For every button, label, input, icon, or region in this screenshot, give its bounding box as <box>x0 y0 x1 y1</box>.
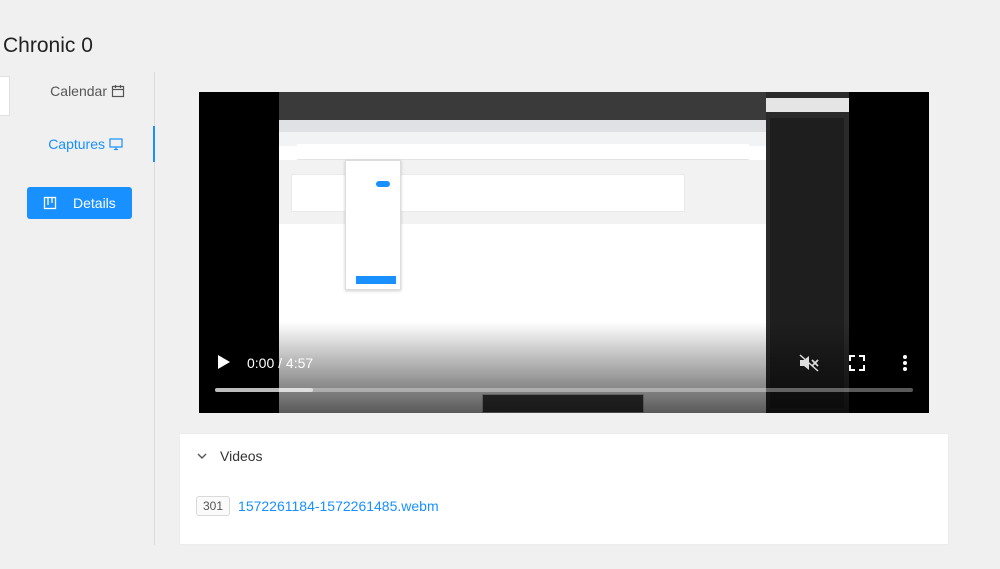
play-icon[interactable] <box>217 354 231 370</box>
page-title: Chronic 0 <box>3 34 93 57</box>
sidebar-item-label: Calendar <box>50 83 107 99</box>
details-button[interactable]: Details <box>27 187 132 219</box>
mute-icon[interactable] <box>799 354 819 372</box>
video-file-link[interactable]: 1572261184-1572261485.webm <box>238 498 439 514</box>
more-vertical-icon[interactable] <box>899 354 911 372</box>
main-content: 0:00 / 4:57 Videos 301 1572261184-157226… <box>155 72 1000 569</box>
sidebar-item-label: Captures <box>48 136 105 152</box>
video-progress-bar[interactable] <box>215 388 913 392</box>
sidebar-item-captures[interactable]: Captures <box>0 126 155 162</box>
sidebar: Calendar Captures Details <box>0 72 155 545</box>
video-buffered-bar <box>215 388 313 392</box>
list-item: 301 1572261184-1572261485.webm <box>196 496 439 516</box>
fullscreen-icon[interactable] <box>849 355 865 371</box>
video-time: 0:00 / 4:57 <box>247 355 314 371</box>
videos-panel: Videos 301 1572261184-1572261485.webm <box>179 433 949 545</box>
video-player[interactable]: 0:00 / 4:57 <box>199 92 929 413</box>
video-id-badge: 301 <box>196 496 231 516</box>
videos-panel-title: Videos <box>220 448 263 464</box>
board-icon <box>43 196 57 210</box>
monitor-icon <box>109 138 123 151</box>
videos-panel-header[interactable]: Videos <box>196 448 263 464</box>
chevron-down-icon <box>197 453 207 459</box>
sidebar-item-calendar[interactable]: Calendar <box>0 82 155 100</box>
details-button-label: Details <box>73 195 116 211</box>
calendar-icon <box>111 85 125 98</box>
